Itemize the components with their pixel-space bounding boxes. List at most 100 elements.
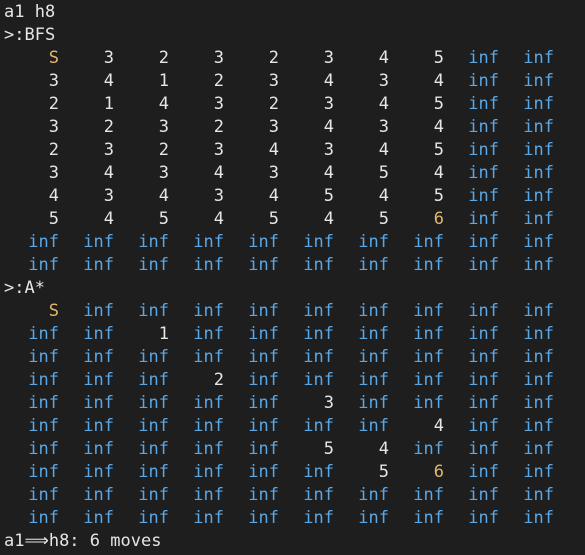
bfs-grid-cell: 2 <box>213 71 224 91</box>
astar-grid-cell: inf <box>468 393 499 413</box>
bfs-grid-cell: 6 <box>433 209 444 229</box>
bfs-grid-cell: 3 <box>323 48 334 68</box>
astar-grid-cell: inf <box>83 393 114 413</box>
astar-grid-cell: inf <box>358 508 389 528</box>
astar-grid-cell: inf <box>83 485 114 505</box>
bfs-grid-cell: inf <box>303 255 334 275</box>
astar-grid-cell: inf <box>248 508 279 528</box>
bfs-grid-cell: inf <box>468 186 499 206</box>
bfs-grid-cell: inf <box>468 255 499 275</box>
astar-grid-cell: inf <box>138 485 169 505</box>
bfs-grid-cell: 4 <box>433 117 444 137</box>
astar-grid-cell: inf <box>138 439 169 459</box>
astar-grid-cell: inf <box>358 347 389 367</box>
astar-grid-cell: 2 <box>213 370 224 390</box>
astar-grid-cell: inf <box>303 416 334 436</box>
astar-grid-cell: inf <box>413 508 444 528</box>
astar-grid-cell: inf <box>468 347 499 367</box>
bfs-grid-cell: 2 <box>103 117 114 137</box>
bfs-grid-cell: 4 <box>323 117 334 137</box>
bfs-grid-cell: inf <box>523 71 554 91</box>
bfs-grid-cell: inf <box>523 209 554 229</box>
bfs-grid-cell: inf <box>28 255 59 275</box>
bfs-grid-cell: inf <box>358 232 389 252</box>
astar-grid-cell: inf <box>83 370 114 390</box>
astar-grid-cell: inf <box>413 393 444 413</box>
astar-grid-cell: inf <box>193 439 224 459</box>
astar-grid-cell: inf <box>413 324 444 344</box>
astar-grid-cell: inf <box>413 485 444 505</box>
bfs-grid-row: 3 4 3 4 3 4 5 4 inf inf <box>4 162 585 185</box>
astar-grid-cell: inf <box>303 370 334 390</box>
astar-grid-cell: inf <box>193 324 224 344</box>
bfs-grid-cell: inf <box>523 255 554 275</box>
astar-grid-cell: inf <box>83 347 114 367</box>
bfs-grid-cell: 5 <box>268 209 279 229</box>
astar-grid-cell: inf <box>28 324 59 344</box>
astar-grid-cell: inf <box>248 416 279 436</box>
bfs-grid-cell: 5 <box>433 186 444 206</box>
astar-grid-cell: inf <box>193 347 224 367</box>
bfs-grid-cell: 3 <box>158 117 169 137</box>
astar-grid-cell: inf <box>358 324 389 344</box>
astar-grid-cell: inf <box>468 301 499 321</box>
astar-grid-cell: inf <box>303 324 334 344</box>
bfs-grid-cell: inf <box>468 48 499 68</box>
astar-grid-cell: inf <box>468 462 499 482</box>
bfs-grid-cell: 3 <box>213 48 224 68</box>
bfs-grid-cell: inf <box>193 255 224 275</box>
astar-grid-row: inf inf inf inf inf inf inf inf inf inf <box>4 346 585 369</box>
astar-grid-cell: inf <box>83 301 114 321</box>
bfs-grid-cell: 3 <box>323 94 334 114</box>
bfs-grid-cell: 4 <box>213 209 224 229</box>
astar-grid-cell: inf <box>303 508 334 528</box>
astar-grid-cell: 6 <box>433 462 444 482</box>
astar-grid: Sinf inf inf inf inf inf inf inf inf inf inf 1 inf in… <box>4 300 585 530</box>
bfs-header: >:BFS <box>4 25 56 45</box>
bfs-grid-cell: 5 <box>378 209 389 229</box>
bfs-grid-cell: inf <box>523 94 554 114</box>
bfs-grid-row: 2 3 2 3 4 3 4 5 inf inf <box>4 139 585 162</box>
bfs-grid-cell: inf <box>248 232 279 252</box>
astar-grid-cell: inf <box>358 301 389 321</box>
bfs-grid-cell: 2 <box>268 48 279 68</box>
bfs-grid-cell: 3 <box>213 94 224 114</box>
astar-grid-cell: 4 <box>433 416 444 436</box>
bfs-grid-cell: 2 <box>213 117 224 137</box>
bfs-grid-cell: inf <box>413 232 444 252</box>
astar-grid-cell: inf <box>523 416 554 436</box>
astar-grid-cell: inf <box>523 485 554 505</box>
bfs-grid-row: 2 1 4 3 2 3 4 5 inf inf <box>4 93 585 116</box>
bfs-grid-cell: 3 <box>48 71 59 91</box>
astar-grid-cell: inf <box>138 416 169 436</box>
bfs-grid-cell: 5 <box>433 48 444 68</box>
bfs-grid-cell: 4 <box>268 140 279 160</box>
astar-grid-cell: inf <box>303 301 334 321</box>
bfs-grid-cell: inf <box>138 232 169 252</box>
astar-grid-cell: inf <box>138 462 169 482</box>
astar-grid-cell: inf <box>193 393 224 413</box>
astar-grid-cell: inf <box>138 508 169 528</box>
bfs-grid-cell: inf <box>468 209 499 229</box>
astar-grid-row: inf inf 1 inf inf inf inf inf inf inf <box>4 323 585 346</box>
bfs-grid-cell: 4 <box>378 94 389 114</box>
bfs-grid-cell: inf <box>523 186 554 206</box>
astar-grid-cell: inf <box>468 508 499 528</box>
astar-grid-row: inf inf inf 2 inf inf inf inf inf inf <box>4 369 585 392</box>
astar-grid-cell: inf <box>413 347 444 367</box>
bfs-grid-cell: inf <box>138 255 169 275</box>
bfs-grid-cell: 4 <box>378 186 389 206</box>
bfs-grid-cell: 3 <box>213 186 224 206</box>
bfs-grid-cell: inf <box>523 117 554 137</box>
terminal-window[interactable]: a1 h8 >:BFS S 3 2 3 2 3 4 5 inf inf 3 4 1 2 3 4 3 4 inf inf… <box>0 0 585 555</box>
bfs-grid-cell: inf <box>523 163 554 183</box>
bfs-grid-cell: 3 <box>48 117 59 137</box>
astar-grid-cell: inf <box>83 508 114 528</box>
bfs-grid-row: inf inf inf inf inf inf inf inf inf inf <box>4 231 585 254</box>
bfs-grid-cell: 5 <box>433 140 444 160</box>
astar-grid-cell: inf <box>468 370 499 390</box>
bfs-grid-cell: 2 <box>158 48 169 68</box>
astar-grid-row: inf inf inf inf inf inf 5 6 inf inf <box>4 461 585 484</box>
astar-grid-cell: inf <box>523 370 554 390</box>
bfs-grid-cell: inf <box>248 255 279 275</box>
